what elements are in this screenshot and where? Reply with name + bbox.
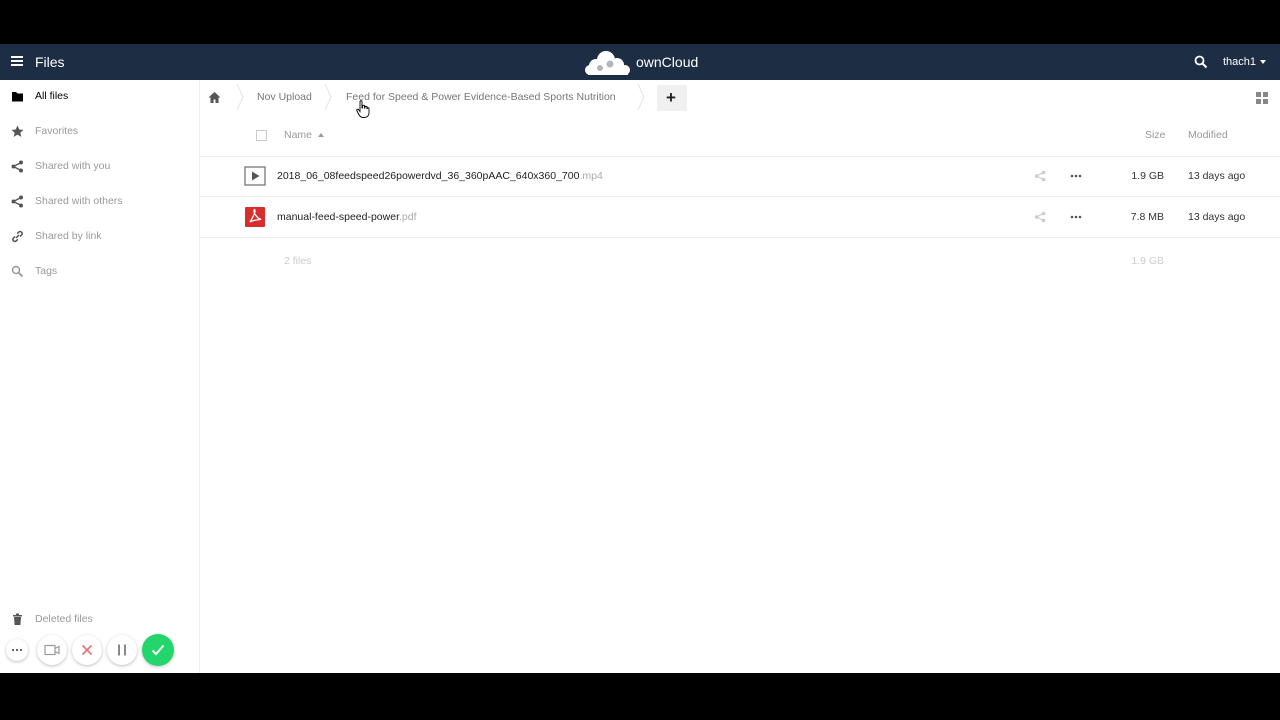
breadcrumb-separator bbox=[324, 84, 332, 110]
owncloud-logo[interactable]: ownCloud bbox=[582, 48, 712, 76]
recorder-cancel-button[interactable] bbox=[72, 635, 102, 665]
trash-icon bbox=[13, 613, 22, 625]
select-all-checkbox[interactable] bbox=[256, 130, 267, 141]
breadcrumb-separator bbox=[236, 84, 244, 110]
file-name[interactable]: manual-feed-speed-power.pdf bbox=[277, 211, 417, 223]
more-options-icon[interactable] bbox=[1070, 174, 1082, 178]
breadcrumb-item-nov-upload[interactable]: Nov Upload bbox=[257, 91, 312, 103]
menu-icon[interactable] bbox=[11, 56, 23, 66]
link-icon bbox=[12, 230, 23, 243]
file-list-summary: 2 files 1.9 GB bbox=[200, 244, 1280, 280]
sidebar-item-tags[interactable]: Tags bbox=[0, 257, 199, 287]
more-options-icon[interactable] bbox=[1070, 215, 1082, 219]
file-basename: 2018_06_08feedspeed26powerdvd_36_360pAAC… bbox=[277, 170, 580, 182]
file-basename: manual-feed-speed-power bbox=[277, 211, 399, 223]
sidebar-item-shared-with-others[interactable]: Shared with others bbox=[0, 187, 199, 217]
logo-text: ownCloud bbox=[636, 54, 699, 70]
sidebar-item-label: Favorites bbox=[35, 125, 79, 137]
recorder-pause-button[interactable] bbox=[107, 635, 137, 665]
pdf-file-icon bbox=[245, 207, 265, 227]
sidebar-item-shared-with-you[interactable]: Shared with you bbox=[0, 152, 199, 182]
app-name[interactable]: Files bbox=[35, 54, 65, 70]
column-modified-header[interactable]: Modified bbox=[1188, 129, 1228, 141]
new-file-button[interactable]: + bbox=[657, 85, 687, 111]
file-modified: 13 days ago bbox=[1188, 211, 1246, 223]
file-extension: .pdf bbox=[399, 211, 417, 223]
breadcrumb-item-current-folder[interactable]: Feed for Speed & Power Evidence-Based Sp… bbox=[346, 91, 616, 103]
owncloud-app: Files ownCloud thach1 All files Favorite… bbox=[0, 44, 1280, 673]
sidebar-item-label: Shared by link bbox=[35, 230, 102, 242]
folder-icon bbox=[12, 92, 23, 102]
file-count: 2 files bbox=[284, 255, 312, 267]
file-size: 1.9 GB bbox=[1131, 170, 1164, 182]
search-icon[interactable] bbox=[1194, 55, 1208, 69]
ellipsis-icon bbox=[11, 648, 23, 652]
sidebar: All files Favorites Shared with you Shar… bbox=[0, 80, 200, 673]
share-icon bbox=[11, 160, 23, 173]
user-name: thach1 bbox=[1223, 56, 1257, 68]
star-icon bbox=[11, 125, 24, 137]
top-bar: Files ownCloud thach1 bbox=[0, 44, 1280, 80]
close-icon bbox=[81, 644, 93, 656]
sidebar-item-label: Deleted files bbox=[35, 613, 93, 625]
sidebar-item-favorites[interactable]: Favorites bbox=[0, 117, 199, 147]
column-size-header[interactable]: Size bbox=[1145, 129, 1165, 141]
table-row[interactable]: manual-feed-speed-power.pdf 7.8 MB 13 da… bbox=[200, 197, 1280, 238]
sort-ascending-icon bbox=[318, 133, 325, 138]
video-file-icon bbox=[244, 166, 266, 186]
sidebar-item-label: Tags bbox=[35, 265, 58, 277]
sidebar-item-shared-by-link[interactable]: Shared by link bbox=[0, 222, 199, 252]
user-menu[interactable]: thach1 bbox=[1223, 56, 1267, 68]
recorder-done-button[interactable] bbox=[142, 634, 174, 666]
file-name[interactable]: 2018_06_08feedspeed26powerdvd_36_360pAAC… bbox=[277, 170, 603, 182]
total-size: 1.9 GB bbox=[1131, 255, 1164, 267]
file-list-header: Name Size Modified bbox=[200, 116, 1280, 157]
recorder-more-button[interactable] bbox=[6, 639, 28, 661]
column-name-header[interactable]: Name bbox=[284, 129, 325, 141]
recorder-toolbar bbox=[6, 634, 196, 667]
recorder-camera-button[interactable] bbox=[37, 635, 67, 665]
chevron-down-icon bbox=[1260, 60, 1267, 65]
share-icon[interactable] bbox=[1034, 211, 1046, 223]
share-icon bbox=[11, 195, 23, 208]
file-modified: 13 days ago bbox=[1188, 170, 1246, 182]
breadcrumb-separator bbox=[637, 84, 645, 110]
file-extension: .mp4 bbox=[579, 170, 603, 182]
hand-cursor-icon bbox=[356, 100, 370, 118]
column-name-label: Name bbox=[284, 129, 313, 141]
cloud-icon bbox=[585, 51, 630, 75]
sidebar-item-label: Shared with others bbox=[35, 195, 123, 207]
file-size: 7.8 MB bbox=[1130, 211, 1164, 223]
sidebar-item-label: All files bbox=[35, 90, 69, 102]
plus-icon: + bbox=[666, 88, 676, 107]
share-icon[interactable] bbox=[1034, 170, 1046, 182]
sidebar-item-all-files[interactable]: All files bbox=[0, 82, 199, 112]
sidebar-item-deleted-files[interactable]: Deleted files bbox=[0, 605, 199, 635]
table-row[interactable]: 2018_06_08feedspeed26powerdvd_36_360pAAC… bbox=[200, 156, 1280, 197]
sidebar-item-label: Shared with you bbox=[35, 160, 111, 172]
home-icon[interactable] bbox=[208, 91, 221, 104]
pause-icon bbox=[118, 644, 126, 656]
checkmark-icon bbox=[151, 644, 165, 656]
grid-view-icon[interactable] bbox=[1256, 92, 1268, 104]
video-camera-icon bbox=[44, 644, 60, 656]
search-icon bbox=[11, 265, 24, 278]
